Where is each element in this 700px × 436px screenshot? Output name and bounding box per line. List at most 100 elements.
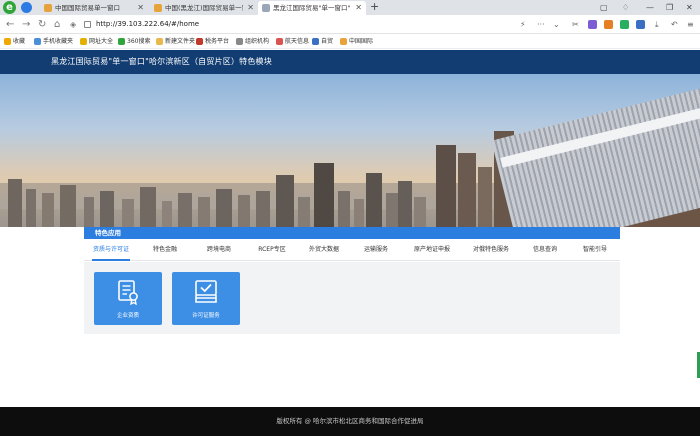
enterprise-qualification-card[interactable]: 企业资质 <box>94 272 162 325</box>
minimize-icon[interactable]: — <box>646 1 654 14</box>
bookmark-item[interactable]: 360搜索 <box>118 36 150 47</box>
building <box>386 193 398 227</box>
bookmark-item[interactable]: 网址大全 <box>80 36 113 47</box>
bookmark-label: 网址大全 <box>89 38 114 45</box>
page-favicon-icon <box>262 4 270 12</box>
browser-tab-1[interactable]: 中国国际贸易单一窗口 ✕ <box>40 1 148 15</box>
building <box>42 193 54 227</box>
building <box>398 181 412 227</box>
building <box>140 187 156 227</box>
building <box>338 191 350 227</box>
tab-rcep-zone[interactable]: RCEP专区 <box>246 239 298 261</box>
bookmark-item[interactable]: 手机收藏夹 <box>34 36 73 47</box>
page-favicon-icon <box>154 4 162 12</box>
tab-russia-service[interactable]: 对俄特色服务 <box>462 239 520 261</box>
bookmark-label: 手机收藏夹 <box>43 38 74 45</box>
building <box>238 195 250 227</box>
tab-label: 智能引导 <box>582 246 607 253</box>
lightning-icon[interactable]: ⚡ <box>520 19 526 30</box>
bookmark-item[interactable]: 新建文件夹 <box>156 36 195 47</box>
aero-icon <box>276 38 283 45</box>
bookmark-item[interactable]: 中国国际 <box>340 36 373 47</box>
extension-icon[interactable] <box>588 20 597 29</box>
building <box>100 191 114 227</box>
active-tab-indicator <box>92 259 130 261</box>
tab-smart-guide[interactable]: 智能引导 <box>570 239 620 261</box>
browser-logo-icon[interactable]: e <box>3 1 16 14</box>
window-badge-icon[interactable]: ▢ <box>600 1 608 14</box>
trade-icon <box>312 38 319 45</box>
shirt-icon[interactable]: ♢ <box>622 1 629 14</box>
page-title: 黑龙江国际贸易"单一窗口"哈尔滨新区（自贸片区）特色模块 <box>51 57 272 66</box>
new-tab-button[interactable]: + <box>370 0 379 14</box>
tab-special-finance[interactable]: 特色金融 <box>138 239 192 261</box>
features-panel-header: 特色应用 <box>84 227 620 239</box>
back-icon[interactable]: ← <box>6 18 14 31</box>
bookmark-item[interactable]: 税务平台 <box>196 36 229 47</box>
copyright-text: 版权所有 @ 哈尔滨市松北区商务和国际合作促进局 <box>276 417 424 425</box>
bookmark-label: 中国国际 <box>349 38 374 45</box>
tab-label: 对俄特色服务 <box>472 246 509 253</box>
forward-icon[interactable]: → <box>22 18 30 31</box>
bookmark-item[interactable]: 自贸 <box>312 36 333 47</box>
license-service-card[interactable]: 许可证服务 <box>172 272 240 325</box>
extension-icon[interactable] <box>636 20 645 29</box>
extension-icon[interactable] <box>604 20 613 29</box>
tab-origin-certificate[interactable]: 原产地证申报 <box>402 239 462 261</box>
tab-foreign-trade-data[interactable]: 外贸大数据 <box>298 239 350 261</box>
menu-icon[interactable]: ≡ <box>687 19 694 30</box>
tab-menu-icon[interactable] <box>21 2 32 13</box>
bookmark-item[interactable]: 组织机构 <box>236 36 269 47</box>
scissors-icon[interactable]: ✂ <box>572 19 579 30</box>
tab-label: RCEP专区 <box>258 246 286 253</box>
site-header: 黑龙江国际贸易"单一窗口"哈尔滨新区（自贸片区）特色模块 <box>0 50 700 74</box>
bookmark-item[interactable]: 航天信息 <box>276 36 309 47</box>
url-field[interactable]: http://39.103.222.64/#/home <box>82 18 512 31</box>
browser-tab-2[interactable]: 中国(黑龙江)国际贸易单一窗口 ✕ <box>150 1 258 15</box>
tab-cross-border-ecommerce[interactable]: 跨境电商 <box>192 239 246 261</box>
building <box>458 153 476 227</box>
phone-icon <box>34 38 41 45</box>
bookmark-item[interactable]: 收藏 <box>4 36 25 47</box>
chevron-down-icon[interactable]: ⌄ <box>553 19 560 30</box>
close-icon[interactable]: ✕ <box>137 1 144 15</box>
tab-info-query[interactable]: 信息查询 <box>520 239 570 261</box>
reload-icon[interactable]: ↻ <box>38 18 46 31</box>
download-icon[interactable]: ⤓ <box>655 19 659 30</box>
building <box>84 197 94 227</box>
star-icon <box>4 38 11 45</box>
tab-title: 中国(黑龙江)国际贸易单一窗口 <box>165 4 243 12</box>
building <box>122 199 134 227</box>
building <box>414 197 426 227</box>
folder-icon <box>156 38 163 45</box>
extension-icon[interactable] <box>620 20 629 29</box>
building <box>298 197 310 227</box>
more-icon[interactable]: ··· <box>537 19 545 30</box>
site-footer: 版权所有 @ 哈尔滨市松北区商务和国际合作促进局 <box>0 407 700 436</box>
bookmarks-bar: 收藏 手机收藏夹 网址大全 360搜索 新建文件夹 税务平台 组织机构 航天信息… <box>0 34 700 49</box>
undo-icon[interactable]: ↶ <box>671 19 678 30</box>
browser-tab-3-active[interactable]: 黑龙江国际贸易"单一窗口"哈尔滨 ✕ <box>258 1 366 15</box>
home-icon[interactable]: ⌂ <box>54 18 60 31</box>
window-close-icon[interactable]: ✕ <box>686 1 693 14</box>
building <box>216 189 232 227</box>
tab-title: 中国国际贸易单一窗口 <box>55 4 120 12</box>
tab-transport-service[interactable]: 运输服务 <box>350 239 402 261</box>
tab-qualification-license[interactable]: 资质与许可证 <box>84 239 138 261</box>
features-tab-bar: 资质与许可证 特色金融 跨境电商 RCEP专区 外贸大数据 运输服务 原产地证申… <box>84 239 620 261</box>
close-icon[interactable]: ✕ <box>355 1 362 15</box>
browser-tab-bar: e 中国国际贸易单一窗口 ✕ 中国(黑龙江)国际贸易单一窗口 ✕ 黑龙江国际贸易… <box>0 0 700 15</box>
maximize-icon[interactable]: ❐ <box>666 1 673 14</box>
card-label: 企业资质 <box>116 313 139 319</box>
building <box>276 175 294 227</box>
shield-icon[interactable]: ◈ <box>70 18 76 31</box>
building <box>436 145 456 227</box>
bookmark-label: 航天信息 <box>285 38 310 45</box>
tab-label: 运输服务 <box>363 246 388 253</box>
hero-banner <box>0 74 700 227</box>
lock-icon <box>84 21 91 28</box>
bookmark-label: 组织机构 <box>245 38 270 45</box>
close-icon[interactable]: ✕ <box>247 1 254 15</box>
building <box>198 197 210 227</box>
bookmark-label: 税务平台 <box>205 38 230 45</box>
